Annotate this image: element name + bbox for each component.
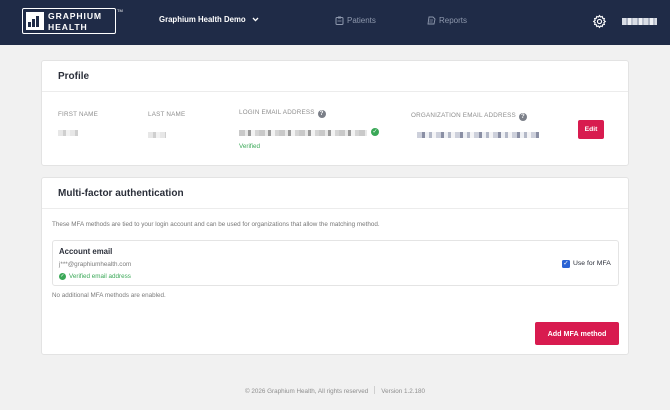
logo-trademark: TM <box>117 8 123 13</box>
login-email-value-redacted <box>239 130 367 136</box>
help-icon[interactable]: ? <box>317 110 326 118</box>
first-name-value-redacted <box>58 130 78 136</box>
user-menu-redacted[interactable] <box>622 18 657 25</box>
clipboard-icon <box>335 16 344 25</box>
last-name-label: LAST NAME <box>148 111 186 118</box>
nav-reports-label: Reports <box>439 16 468 25</box>
footer-version: Version 1.2.180 <box>381 388 426 395</box>
mfa-method-account-email: Account email j***@graphiumhealth.com ✓ … <box>52 240 619 286</box>
add-mfa-method-button[interactable]: Add MFA method <box>535 322 619 345</box>
org-email-label: ORGANIZATION EMAIL ADDRESS <box>411 112 516 119</box>
chevron-down-icon <box>252 17 259 22</box>
login-email-label-row: LOGIN EMAIL ADDRESS? <box>239 109 326 118</box>
check-circle-icon: ✓ <box>59 273 66 280</box>
nav-reports[interactable]: Reports <box>427 16 467 25</box>
nav-patients-label: Patients <box>347 16 376 25</box>
footer-divider <box>374 386 376 394</box>
help-icon[interactable]: ? <box>518 113 527 121</box>
login-email-label: LOGIN EMAIL ADDRESS <box>239 109 315 116</box>
first-name-label: FIRST NAME <box>58 111 99 118</box>
logo-wordmark: GRAPHIUM HEALTH <box>48 11 102 32</box>
org-email-label-row: ORGANIZATION EMAIL ADDRESS? <box>411 112 527 121</box>
logo-line-1: GRAPHIUM <box>48 11 102 21</box>
mfa-method-title: Account email <box>59 247 113 256</box>
graphium-health-logo[interactable]: GRAPHIUM HEALTH <box>22 8 116 34</box>
organization-name: Graphium Health Demo <box>159 15 246 24</box>
mfa-description: These MFA methods are tied to your login… <box>52 221 380 228</box>
use-for-mfa-checkbox[interactable]: ✓ <box>562 260 570 268</box>
org-email-value-redacted <box>417 132 539 138</box>
nav-patients[interactable]: Patients <box>335 16 376 25</box>
profile-card: Profile FIRST NAME LAST NAME LOGIN EMAIL… <box>41 60 629 166</box>
document-icon <box>427 16 436 25</box>
profile-card-header: Profile <box>42 61 628 92</box>
profile-title: Profile <box>58 71 90 82</box>
login-email-verified-status: Verified <box>239 143 261 150</box>
mfa-method-verified-status: Verified email address <box>69 273 131 280</box>
mfa-method-email: j***@graphiumhealth.com <box>59 261 132 268</box>
use-for-mfa-label[interactable]: Use for MFA <box>573 260 611 267</box>
mfa-card-header: Multi-factor authentication <box>42 178 628 209</box>
logo-line-2: HEALTH <box>48 21 88 32</box>
edit-profile-button[interactable]: Edit <box>578 120 604 139</box>
top-nav-bar: GRAPHIUM HEALTH TM Graphium Health Demo … <box>0 0 670 45</box>
footer-copyright: © 2026 Graphium Health, All rights reser… <box>244 388 369 395</box>
logo-bars-icon <box>26 12 44 30</box>
last-name-value-redacted <box>148 132 166 138</box>
gear-icon[interactable] <box>592 14 607 29</box>
no-additional-mfa-note: No additional MFA methods are enabled. <box>52 292 166 299</box>
organization-switcher[interactable]: Graphium Health Demo <box>159 15 259 24</box>
footer: © 2026 Graphium Health, All rights reser… <box>0 386 670 395</box>
mfa-card: Multi-factor authentication These MFA me… <box>41 177 629 355</box>
mfa-title: Multi-factor authentication <box>58 188 184 199</box>
check-circle-icon: ✓ <box>371 128 379 136</box>
